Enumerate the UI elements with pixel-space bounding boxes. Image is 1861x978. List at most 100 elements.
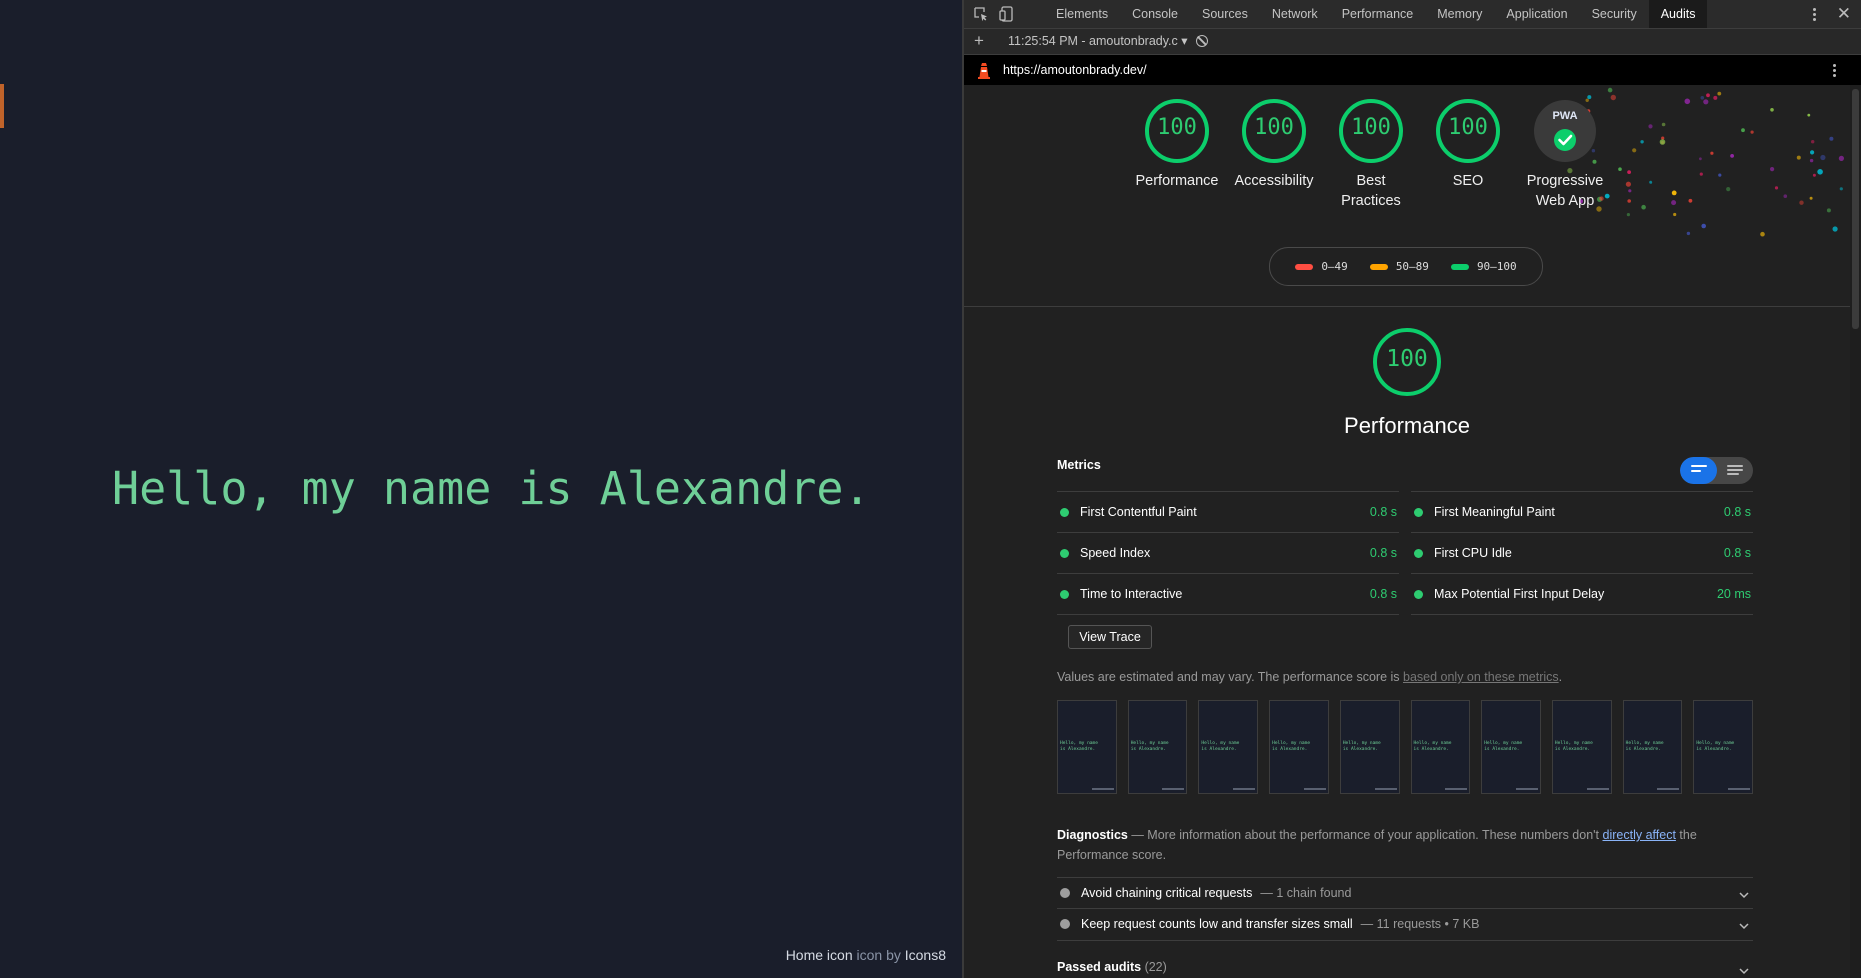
toggle-compact-view[interactable] <box>1680 457 1717 484</box>
performance-title: Performance <box>1344 413 1470 438</box>
legend-pass: 90–100 <box>1450 260 1517 273</box>
confetti-dot <box>1701 223 1706 229</box>
close-devtools-icon[interactable]: ✕ <box>1837 4 1851 24</box>
tab-security[interactable]: Security <box>1580 0 1649 28</box>
confetti-dot <box>1713 95 1718 100</box>
lighthouse-icon <box>977 61 991 84</box>
page-accent-bar <box>0 84 4 128</box>
confetti-dot <box>1671 200 1677 206</box>
tab-sources[interactable]: Sources <box>1190 0 1260 28</box>
devtools-menu-icon[interactable] <box>1807 4 1821 24</box>
filmstrip: Hello, my name is Alexandre. Hello, my n… <box>1057 700 1754 794</box>
new-audit-icon[interactable]: + <box>974 29 984 53</box>
audit-run-select[interactable]: 11:25:54 PM - amoutonbrady.c ▾ <box>1008 29 1188 54</box>
chevron-down-icon[interactable] <box>1739 964 1749 978</box>
filmstrip-frame: Hello, my name is Alexandre. <box>1410 700 1471 794</box>
metrics-view-toggle[interactable] <box>1680 457 1753 484</box>
metric-speed-index: Speed Index 0.8 s <box>1057 532 1399 573</box>
report-scrollbar[interactable] <box>1850 85 1861 978</box>
tab-memory[interactable]: Memory <box>1425 0 1494 28</box>
scrollbar-thumb[interactable] <box>1852 89 1859 329</box>
gauge-pwa[interactable]: PWA Progressive Web App <box>1505 97 1625 211</box>
confetti-dot <box>1688 198 1693 203</box>
score-legend: 0–49 50–89 90–100 <box>1269 247 1543 286</box>
confetti-dot <box>1799 200 1804 205</box>
hello-heading: Hello, my name is Alexandre. <box>112 462 871 515</box>
confetti-dot <box>1648 124 1653 129</box>
filmstrip-frame: Hello, my name is Alexandre. <box>1198 700 1259 794</box>
pass-dot <box>1060 507 1069 517</box>
report-url-bar: https://amoutonbrady.dev/ <box>964 55 1861 85</box>
pass-dot <box>1414 548 1423 558</box>
filmstrip-frame: Hello, my name is Alexandre. <box>1481 700 1541 794</box>
confetti-dot <box>1839 187 1843 191</box>
confetti-dot <box>1659 139 1666 145</box>
audit-resource-summary[interactable]: Keep request counts low and transfer siz… <box>1057 908 1753 939</box>
confetti-dot <box>1807 113 1811 117</box>
clear-audits-icon[interactable] <box>1196 35 1208 47</box>
filmstrip-frame: Hello, my name is Alexandre. <box>1622 700 1683 794</box>
icons8-link[interactable]: Icons8 <box>905 947 946 963</box>
toggle-expanded-view[interactable] <box>1727 465 1743 478</box>
devtools-tabs: Elements Console Sources Network Perform… <box>1044 0 1708 28</box>
filmstrip-frame: Hello, my name is Alexandre. <box>1551 700 1612 794</box>
report-menu-icon[interactable] <box>1827 60 1841 80</box>
report-url[interactable]: https://amoutonbrady.dev/ <box>1003 55 1147 85</box>
tab-audits[interactable]: Audits <box>1648 0 1708 28</box>
view-trace-button[interactable]: View Trace <box>1068 625 1152 649</box>
passed-audits-toggle[interactable]: Passed audits (22) <box>1057 960 1753 975</box>
metric-first-meaningful-paint: First Meaningful Paint 0.8 s <box>1411 491 1753 532</box>
directly-affect-link[interactable]: directly affect <box>1603 828 1676 842</box>
audit-divider <box>1057 940 1753 941</box>
confetti-dot <box>1796 155 1801 160</box>
device-toolbar-icon[interactable] <box>997 5 1015 23</box>
confetti-dot <box>1809 196 1813 200</box>
confetti-dot <box>1699 157 1702 161</box>
metrics-heading: Metrics <box>1057 458 1101 472</box>
confetti-dot <box>1809 158 1814 163</box>
confetti-dot <box>1811 140 1815 144</box>
confetti-dot <box>1774 186 1779 190</box>
icon-credit: Home icon icon by Icons8 <box>786 947 946 963</box>
legend-swatch-red <box>1295 263 1314 270</box>
audit-critical-request-chains[interactable]: Avoid chaining critical requests — 1 cha… <box>1057 877 1753 908</box>
performance-category-gauge[interactable]: 100 <box>1347 326 1467 398</box>
pwa-badge-icon <box>1534 100 1596 162</box>
scoring-link[interactable]: based only on these metrics <box>1403 670 1559 684</box>
informative-dot <box>1060 919 1070 929</box>
inspect-element-icon[interactable] <box>972 5 990 23</box>
confetti-dot <box>1717 91 1722 96</box>
page-viewport: Hello, my name is Alexandre. Home icon i… <box>0 0 962 978</box>
confetti-dot <box>1770 108 1774 112</box>
metric-max-potential-fid: Max Potential First Input Delay 20 ms <box>1411 573 1753 615</box>
confetti-dot <box>1699 172 1703 176</box>
audits-toolbar: + 11:25:54 PM - amoutonbrady.c ▾ <box>964 29 1861 55</box>
chevron-down-icon[interactable] <box>1739 888 1749 902</box>
legend-average: 50–89 <box>1369 260 1429 273</box>
confetti-dot <box>1826 208 1831 213</box>
tab-network[interactable]: Network <box>1260 0 1330 28</box>
estimated-note: Values are estimated and may vary. The p… <box>1057 670 1563 684</box>
confetti-dot <box>1726 187 1731 192</box>
tab-application[interactable]: Application <box>1494 0 1579 28</box>
tab-elements[interactable]: Elements <box>1044 0 1120 28</box>
legend-swatch-green <box>1450 263 1469 270</box>
confetti-dot <box>1741 128 1745 133</box>
home-icon-link[interactable]: Home icon <box>786 947 853 963</box>
lighthouse-report: 100 Performance 100 Accessibility 100 Be… <box>964 85 1861 978</box>
chevron-down-icon[interactable] <box>1739 919 1749 933</box>
metrics-right-column: First Meaningful Paint 0.8 s First CPU I… <box>1411 491 1753 615</box>
confetti-dot <box>1625 181 1631 187</box>
tab-console[interactable]: Console <box>1120 0 1190 28</box>
pwa-badge-text: PWA <box>1552 110 1578 122</box>
metric-first-cpu-idle: First CPU Idle 0.8 s <box>1411 532 1753 573</box>
confetti-dot <box>1718 173 1722 177</box>
confetti-dot <box>1684 98 1691 105</box>
confetti-dot <box>1626 213 1630 217</box>
metrics-left-column: First Contentful Paint 0.8 s Speed Index… <box>1057 491 1399 615</box>
confetti-dot <box>1832 226 1838 232</box>
tab-performance[interactable]: Performance <box>1330 0 1426 28</box>
metric-time-to-interactive: Time to Interactive 0.8 s <box>1057 573 1399 615</box>
confetti-dot <box>1820 154 1826 161</box>
confetti-dot <box>1673 212 1677 217</box>
